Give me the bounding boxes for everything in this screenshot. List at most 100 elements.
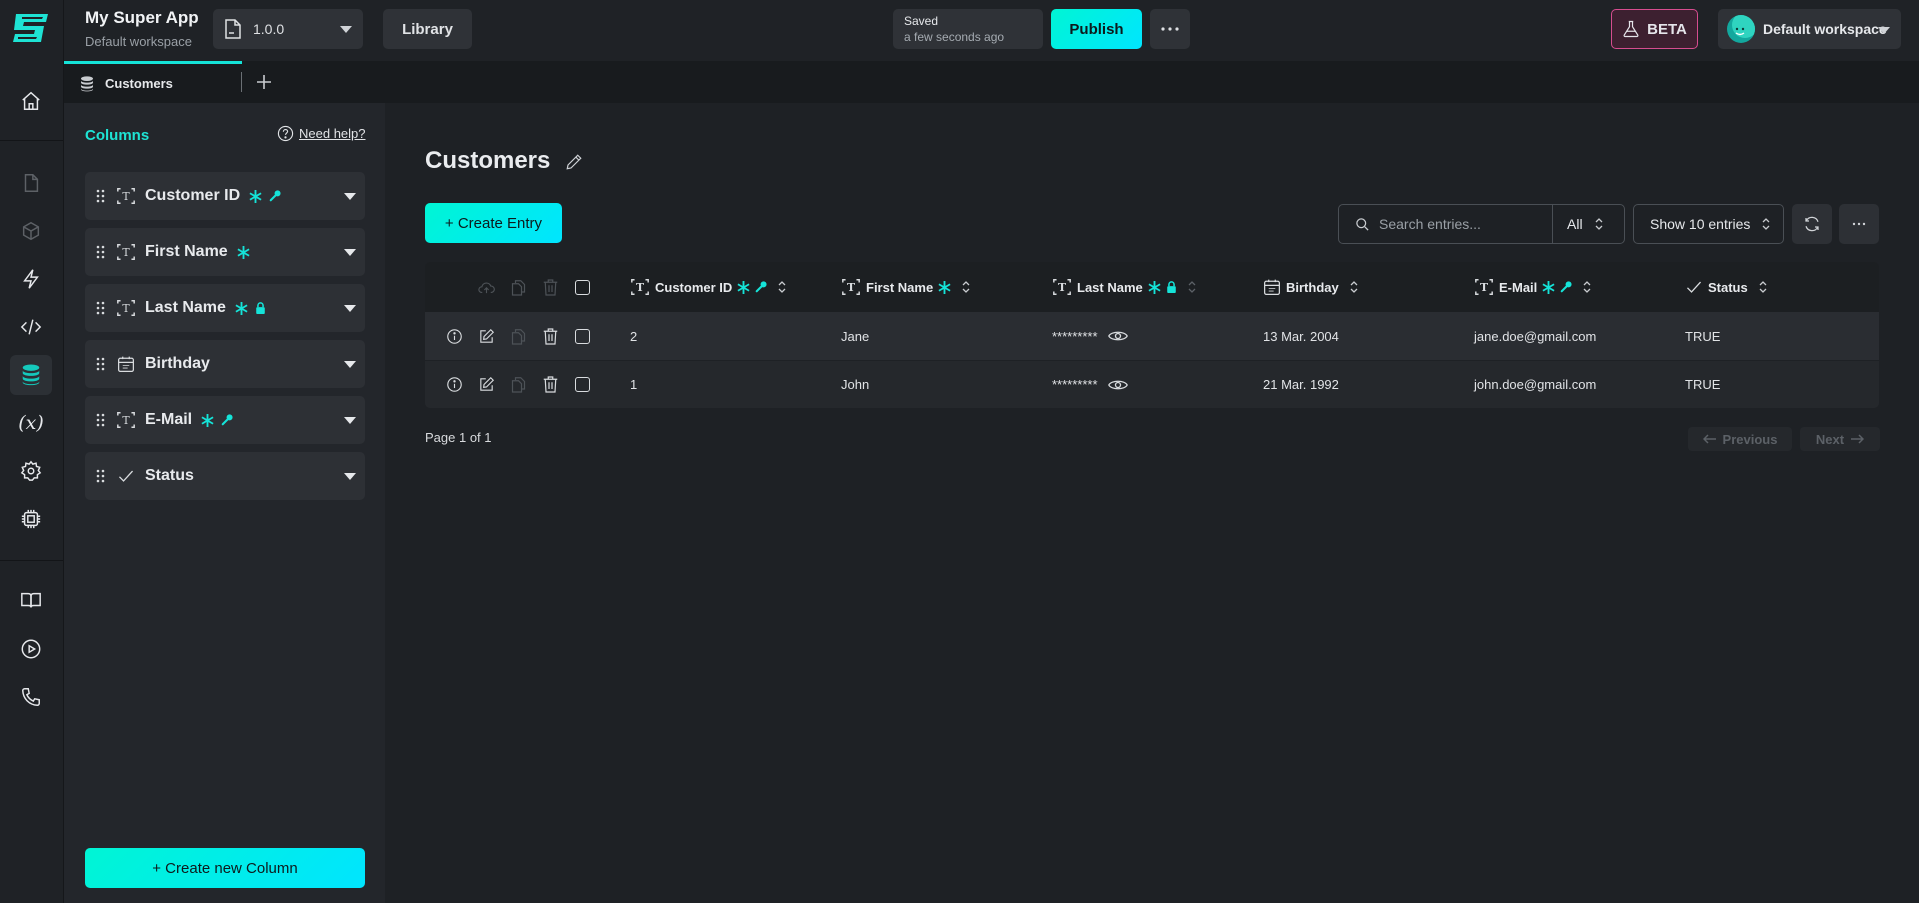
- row-info-button[interactable]: [443, 312, 465, 360]
- rail-tutorials[interactable]: [10, 629, 52, 669]
- search-input[interactable]: [1379, 216, 1549, 232]
- column-header-status[interactable]: Status: [1685, 262, 1767, 312]
- drag-handle-icon[interactable]: [96, 413, 105, 427]
- upload-button[interactable]: [475, 262, 497, 312]
- beta-button[interactable]: BETA: [1611, 9, 1698, 49]
- database-icon: [79, 75, 95, 93]
- column-header-birthday[interactable]: Birthday: [1263, 262, 1358, 312]
- rail-docs[interactable]: [10, 580, 52, 620]
- row-delete-button[interactable]: [539, 312, 561, 360]
- phone-icon: [20, 686, 42, 708]
- table-more-button[interactable]: [1839, 204, 1879, 244]
- row-duplicate-button[interactable]: [507, 312, 529, 360]
- version-select[interactable]: 1.0.0: [213, 9, 363, 49]
- column-header-e-mail[interactable]: T E-Mail: [1474, 262, 1591, 312]
- rail-variables[interactable]: (x): [10, 403, 52, 443]
- column-name: E-Mail: [145, 411, 193, 428]
- edit-title-button[interactable]: [565, 153, 583, 171]
- reveal-eye-icon[interactable]: [1107, 329, 1128, 343]
- page-size-select[interactable]: Show 10 entries: [1633, 204, 1784, 244]
- drag-handle-icon[interactable]: [96, 189, 105, 203]
- required-icon: [1148, 280, 1161, 294]
- row-delete-button[interactable]: [539, 361, 561, 408]
- rail-database[interactable]: [10, 355, 52, 395]
- checkbox-icon: [574, 328, 590, 344]
- rail-support[interactable]: [10, 677, 52, 717]
- add-tab-button[interactable]: [251, 69, 277, 95]
- column-header-label: Last Name: [1077, 279, 1143, 295]
- column-item-e-mail[interactable]: T E-Mail: [85, 396, 365, 444]
- column-item-customer-id[interactable]: T Customer ID: [85, 172, 365, 220]
- chevron-down-icon[interactable]: [344, 361, 356, 368]
- column-item-last-name[interactable]: T Last Name: [85, 284, 365, 332]
- chevron-down-icon[interactable]: [344, 305, 356, 312]
- search-box: All: [1338, 204, 1625, 244]
- tab-label: Customers: [105, 76, 173, 91]
- drag-handle-icon[interactable]: [96, 245, 105, 259]
- row-edit-button[interactable]: [475, 361, 497, 408]
- rail-home[interactable]: [10, 81, 52, 121]
- column-item-first-name[interactable]: T First Name: [85, 228, 365, 276]
- column-item-status[interactable]: Status: [85, 452, 365, 500]
- drag-handle-icon[interactable]: [96, 469, 105, 483]
- chevron-down-icon[interactable]: [344, 417, 356, 424]
- cell-last-name: *********: [1052, 361, 1128, 408]
- row-duplicate-button[interactable]: [507, 361, 529, 408]
- row-info-button[interactable]: [443, 361, 465, 408]
- chevron-down-icon[interactable]: [344, 473, 356, 480]
- sort-icon[interactable]: [1583, 281, 1591, 293]
- tab-customers[interactable]: Customers: [64, 61, 242, 103]
- column-header-first-name[interactable]: T First Name: [841, 262, 970, 312]
- search-filter-select[interactable]: All: [1553, 205, 1625, 243]
- workspace-select[interactable]: Default workspace: [1718, 9, 1901, 49]
- publish-button[interactable]: Publish: [1051, 9, 1142, 49]
- rail-pages[interactable]: [10, 163, 52, 203]
- rail-plugins[interactable]: [10, 499, 52, 539]
- row-select-checkbox[interactable]: [571, 361, 593, 408]
- column-header-customer-id[interactable]: T Customer ID: [630, 262, 786, 312]
- rail-settings[interactable]: [10, 451, 52, 491]
- cell-value: john.doe@gmail.com: [1474, 377, 1597, 392]
- reveal-eye-icon[interactable]: [1107, 378, 1128, 392]
- next-page-button[interactable]: Next: [1800, 427, 1880, 451]
- rail-actions[interactable]: [10, 259, 52, 299]
- delete-selected-button[interactable]: [539, 262, 561, 312]
- create-new-column-button[interactable]: + Create new Column: [85, 848, 365, 888]
- chevron-down-icon[interactable]: [344, 193, 356, 200]
- sort-icon[interactable]: [962, 281, 970, 293]
- sort-icon[interactable]: [1188, 281, 1196, 293]
- ellipsis-icon: [1161, 27, 1179, 31]
- chevron-down-icon[interactable]: [344, 249, 356, 256]
- more-options-button[interactable]: [1150, 9, 1190, 49]
- previous-page-button[interactable]: Previous: [1688, 427, 1792, 451]
- need-help-link[interactable]: Need help?: [277, 125, 366, 142]
- rail-components[interactable]: [10, 211, 52, 251]
- updown-chevron-icon: [1595, 218, 1603, 230]
- table-header-row: T Customer ID T First Name T Last Name B…: [425, 262, 1879, 312]
- rail-code[interactable]: [10, 307, 52, 347]
- drag-handle-icon[interactable]: [96, 357, 105, 371]
- column-item-birthday[interactable]: Birthday: [85, 340, 365, 388]
- cell-customer-id: 2: [630, 312, 637, 360]
- drag-handle-icon[interactable]: [96, 301, 105, 315]
- home-icon: [20, 90, 42, 112]
- column-header-last-name[interactable]: T Last Name: [1052, 262, 1196, 312]
- columns-title: Columns: [85, 127, 150, 144]
- row-select-checkbox[interactable]: [571, 312, 593, 360]
- library-button[interactable]: Library: [383, 9, 472, 49]
- sort-icon[interactable]: [778, 281, 786, 293]
- column-name: Last Name: [145, 299, 226, 316]
- cell-customer-id: 1: [630, 361, 637, 408]
- required-icon: [737, 280, 750, 294]
- sort-icon[interactable]: [1759, 281, 1767, 293]
- duplicate-selected-button[interactable]: [507, 262, 529, 312]
- row-edit-button[interactable]: [475, 312, 497, 360]
- app-workspace-subtitle: Default workspace: [85, 34, 192, 49]
- select-all-checkbox[interactable]: [571, 262, 593, 312]
- create-entry-button[interactable]: + Create Entry: [425, 203, 562, 243]
- sort-icon[interactable]: [1350, 281, 1358, 293]
- save-status-label: Saved: [904, 14, 939, 28]
- refresh-button[interactable]: [1792, 204, 1832, 244]
- cell-status: TRUE: [1685, 312, 1720, 360]
- app-logo[interactable]: [10, 10, 52, 48]
